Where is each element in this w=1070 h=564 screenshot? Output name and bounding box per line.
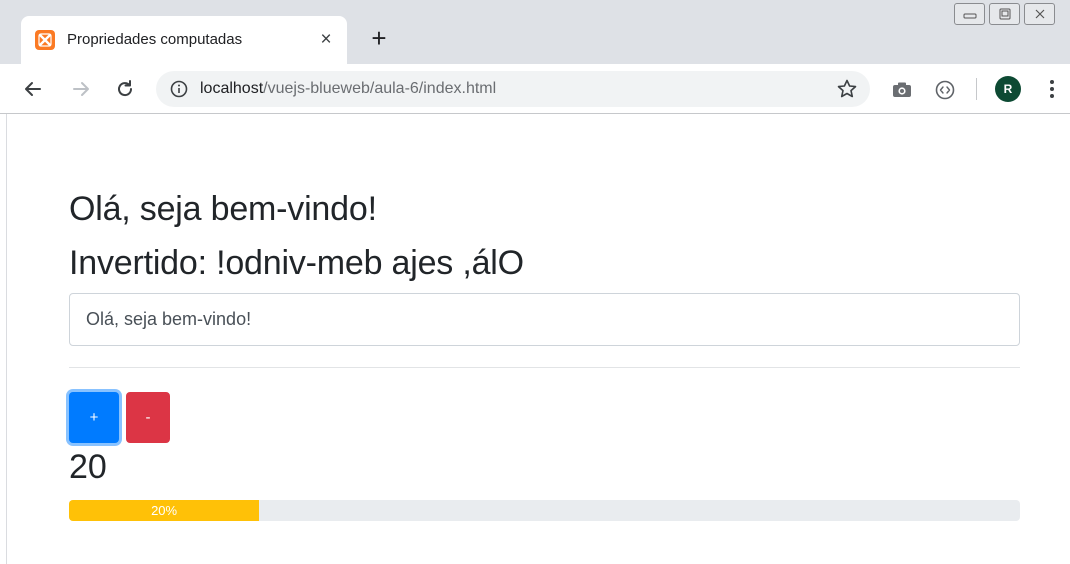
bookmark-star-icon[interactable] <box>836 78 858 100</box>
camera-icon[interactable] <box>891 79 913 101</box>
tab-strip: Propriedades computadas × + <box>0 0 1070 64</box>
info-icon[interactable] <box>170 80 188 98</box>
browser-toolbar: localhost/vuejs-blueweb/aula-6/index.htm… <box>0 64 1070 114</box>
increment-button[interactable]: + <box>69 392 119 443</box>
greeting-heading: Olá, seja bem-vindo! <box>69 190 377 228</box>
address-bar[interactable]: localhost/vuejs-blueweb/aula-6/index.htm… <box>156 71 870 107</box>
close-window-icon[interactable] <box>1024 3 1055 25</box>
window-controls <box>954 3 1055 25</box>
minimize-icon[interactable] <box>954 3 985 25</box>
tab-title: Propriedades computadas <box>67 31 243 48</box>
browser-tab[interactable]: Propriedades computadas × <box>21 16 347 64</box>
message-input[interactable] <box>69 293 1020 346</box>
forward-arrow-icon[interactable] <box>68 76 94 102</box>
progress-bar: 20% <box>69 500 260 521</box>
viewport-edge <box>0 114 7 564</box>
url-text: localhost/vuejs-blueweb/aula-6/index.htm… <box>200 80 496 98</box>
url-path: /vuejs-blueweb/aula-6/index.html <box>263 80 497 97</box>
toolbar-separator <box>976 78 977 100</box>
tab-close-icon[interactable]: × <box>315 29 337 51</box>
kebab-menu-icon[interactable] <box>1042 78 1062 100</box>
reversed-heading: Invertido: !odniv-meb ajes ,álO <box>69 244 524 282</box>
reload-icon[interactable] <box>112 76 138 102</box>
divider <box>69 367 1020 368</box>
progress-track: 20% <box>69 500 1020 521</box>
maximize-icon[interactable] <box>989 3 1020 25</box>
new-tab-icon[interactable]: + <box>366 25 392 52</box>
xampp-icon <box>35 30 55 50</box>
code-extension-icon[interactable] <box>934 79 956 101</box>
profile-avatar[interactable]: R <box>995 76 1021 102</box>
back-arrow-icon[interactable] <box>20 76 46 102</box>
url-host: localhost <box>200 80 264 97</box>
counter-value: 20 <box>69 448 107 486</box>
decrement-button[interactable]: - <box>126 392 170 443</box>
